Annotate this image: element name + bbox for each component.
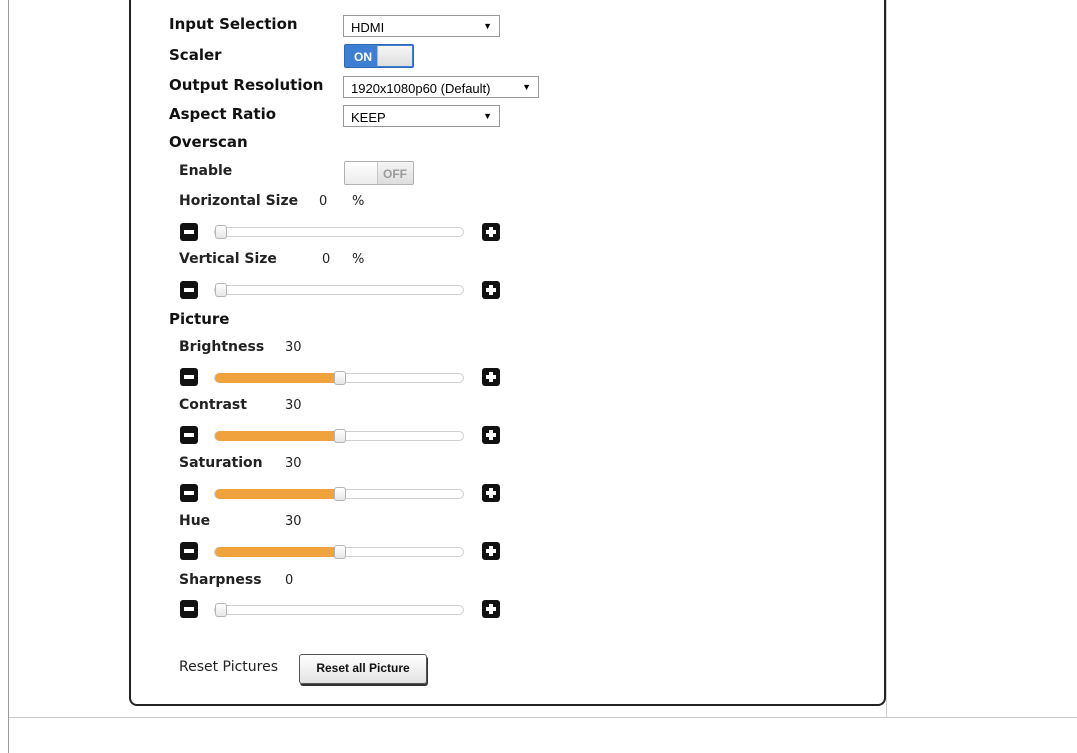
vertical-size-slider[interactable]: [214, 283, 464, 297]
sharpness-slider[interactable]: [214, 603, 464, 617]
slider-fill: [215, 373, 340, 383]
saturation-label: Saturation: [179, 455, 263, 471]
caret-down-icon: ▼: [522, 82, 531, 92]
minus-icon[interactable]: [180, 368, 198, 386]
brightness-value: 30: [285, 340, 302, 355]
vertical-size-value: 0: [322, 252, 331, 267]
slider-handle[interactable]: [334, 429, 346, 443]
scaler-label: Scaler: [169, 46, 222, 64]
slider-fill: [215, 547, 340, 557]
brightness-slider[interactable]: [214, 371, 464, 385]
plus-icon[interactable]: [482, 368, 500, 386]
output-resolution-label: Output Resolution: [169, 76, 324, 94]
output-resolution-value: 1920x1080p60 (Default): [351, 81, 491, 96]
sharpness-label: Sharpness: [179, 572, 262, 588]
brightness-label: Brightness: [179, 339, 265, 355]
saturation-slider[interactable]: [214, 487, 464, 501]
contrast-value: 30: [285, 398, 302, 413]
plus-icon[interactable]: [482, 223, 500, 241]
horizontal-size-unit: %: [352, 194, 365, 209]
output-resolution-select[interactable]: 1920x1080p60 (Default) ▼: [343, 76, 539, 98]
column-divider: [886, 0, 887, 718]
reset-all-picture-button[interactable]: Reset all Picture: [299, 654, 427, 684]
saturation-value: 30: [285, 456, 302, 471]
slider-handle[interactable]: [215, 225, 227, 239]
hue-value: 30: [285, 514, 302, 529]
horizontal-size-value: 0: [319, 194, 328, 209]
slider-handle[interactable]: [334, 545, 346, 559]
input-selection-label: Input Selection: [169, 15, 298, 33]
minus-icon[interactable]: [180, 223, 198, 241]
scaler-toggle[interactable]: ON: [344, 44, 414, 68]
picture-heading: Picture: [169, 310, 230, 328]
caret-down-icon: ▼: [483, 21, 492, 31]
input-selection-select[interactable]: HDMI ▼: [343, 15, 500, 37]
slider-handle[interactable]: [215, 603, 227, 617]
overscan-heading: Overscan: [169, 133, 248, 151]
plus-icon[interactable]: [482, 426, 500, 444]
hue-slider[interactable]: [214, 545, 464, 559]
minus-icon[interactable]: [180, 600, 198, 618]
plus-icon[interactable]: [482, 542, 500, 560]
hue-label: Hue: [179, 513, 211, 529]
slider-handle[interactable]: [334, 371, 346, 385]
slider-fill: [215, 431, 340, 441]
contrast-slider[interactable]: [214, 429, 464, 443]
slider-fill: [215, 489, 340, 499]
scaler-toggle-state: ON: [354, 50, 372, 64]
slider-handle[interactable]: [215, 283, 227, 297]
toggle-knob: [377, 46, 412, 66]
caret-down-icon: ▼: [483, 111, 492, 121]
aspect-ratio-label: Aspect Ratio: [169, 105, 277, 123]
minus-icon[interactable]: [180, 484, 198, 502]
horizontal-size-slider[interactable]: [214, 225, 464, 239]
plus-icon[interactable]: [482, 484, 500, 502]
input-selection-value: HDMI: [351, 20, 385, 35]
minus-icon[interactable]: [180, 542, 198, 560]
contrast-label: Contrast: [179, 397, 247, 413]
overscan-toggle-state: OFF: [383, 167, 407, 181]
vertical-size-label: Vertical Size: [179, 251, 277, 267]
minus-icon[interactable]: [180, 281, 198, 299]
minus-icon[interactable]: [180, 426, 198, 444]
footer-divider: [9, 717, 1077, 718]
vertical-size-unit: %: [352, 252, 365, 267]
overscan-enable-label: Enable: [179, 163, 233, 179]
slider-handle[interactable]: [334, 487, 346, 501]
toggle-knob: [345, 162, 378, 184]
aspect-ratio-select[interactable]: KEEP ▼: [343, 105, 500, 127]
plus-icon[interactable]: [482, 281, 500, 299]
sharpness-value: 0: [285, 573, 294, 588]
reset-pictures-label: Reset Pictures: [179, 659, 278, 675]
plus-icon[interactable]: [482, 600, 500, 618]
horizontal-size-label: Horizontal Size: [179, 193, 299, 209]
aspect-ratio-value: KEEP: [351, 110, 386, 125]
overscan-enable-toggle[interactable]: OFF: [344, 161, 414, 185]
